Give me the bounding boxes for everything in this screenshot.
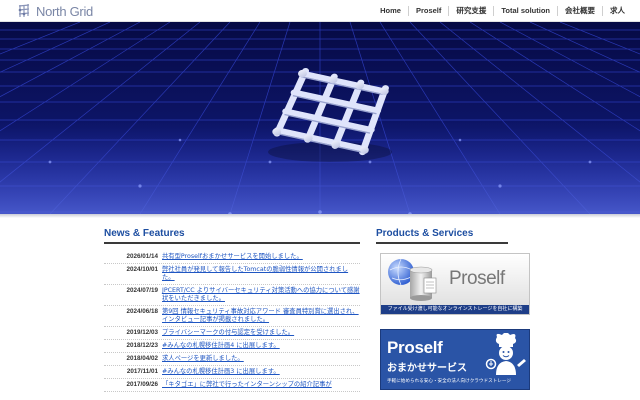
proself-wordmark: Proself [449,268,505,289]
hero-banner [0,22,640,214]
nav-home[interactable]: Home [373,6,408,16]
omakase-caption: 手軽に始められる安心・安全の法人向けクラウドストレージ [387,379,511,384]
proself-banner[interactable]: Proself ファイル受け渡し可能なオンラインストレージを自社に構築 [380,253,530,315]
news-date: 2018/12/23 [126,342,158,349]
nav-proself[interactable]: Proself [407,6,448,16]
logo-grid-icon [18,4,30,17]
news-date: 2024/07/19 [126,287,158,294]
products-title: Products & Services [376,228,474,239]
nav-careers[interactable]: 求人 [602,6,632,16]
news-link[interactable]: 「キタゴエ」に弊社で行ったインターンシップの紹介記事が [162,381,332,389]
news-item: 2017/09/26 「キタゴエ」に弊社で行ったインターンシップの紹介記事が [104,379,360,392]
nav-research-support[interactable]: 研究支援 [448,6,493,16]
news-item: 2019/12/03 プライバシーマークの付与認定を受けました。 [104,327,360,340]
news-link[interactable]: 弊社社員が発見して報告したTomcatの脆弱性情報が公開されました。 [162,266,360,282]
hero-divider [0,214,640,218]
logo[interactable]: North Grid [16,2,93,20]
news-date: 2024/06/18 [126,308,158,315]
news-link[interactable]: JPCERT/CC よりサイバーセキュリティ対策活動への協力について感謝状をいた… [162,287,360,303]
omakase-subtitle: おまかせサービス [387,363,467,374]
logo-text: North Grid [36,3,93,19]
site-header: North Grid Home Proself 研究支援 Total solut… [0,0,640,22]
storage-globe-icon [388,258,437,301]
news-item: 2024/10/01 弊社社員が発見して報告したTomcatの脆弱性情報が公開さ… [104,264,360,285]
news-item: 2017/11/01 #みんなの札幌移住計画3 に出展します。 [104,366,360,379]
news-link[interactable]: プライバシーマークの付与認定を受けました。 [162,329,294,337]
news-date: 2018/04/02 [126,355,158,362]
proself-omakase-banner[interactable]: Proself おまかせサービス 手軽に始められる安心・安全の法人向けクラウドス… [380,329,530,390]
hero-grid-graphic [0,22,640,214]
news-link[interactable]: 求人ページを更新しました。 [162,355,244,363]
news-link[interactable]: 第9回 情報セキュリティ事故対応アワード 審査員特別賞に選出され、インタビュー記… [162,308,360,324]
news-item: 2026/01/14 共有型Proselfおまかせサービスを開始しました。 [104,251,360,264]
news-date: 2017/09/26 [126,381,158,388]
news-date: 2024/10/01 [126,266,158,273]
news-date: 2017/11/01 [126,368,158,375]
omakase-title: Proself [387,338,443,357]
news-date: 2026/01/14 [126,253,158,260]
news-title: News & Features [104,228,185,239]
products-title-rule [376,242,508,244]
news-item: 2018/04/02 求人ページを更新しました。 [104,353,360,366]
nav-company[interactable]: 会社概要 [557,6,602,16]
news-link[interactable]: 共有型Proselfおまかせサービスを開始しました。 [162,253,303,261]
nav-total-solution[interactable]: Total solution [493,6,557,16]
news-title-rule [104,242,360,244]
news-link[interactable]: #みんなの札幌移住計画3 に出展します。 [162,368,280,376]
main-nav: Home Proself 研究支援 Total solution 会社概要 求人 [373,0,632,22]
news-item: 2024/06/18 第9回 情報セキュリティ事故対応アワード 審査員特別賞に選… [104,306,360,327]
news-link[interactable]: #みんなの札幌移住計画4 に出展します。 [162,342,280,350]
news-date: 2019/12/03 [126,329,158,336]
news-list: 2026/01/14 共有型Proselfおまかせサービスを開始しました。 20… [104,251,360,392]
news-section: News & Features 2026/01/14 共有型Proselfおまか… [104,228,360,392]
products-section: Products & Services Proself ファイル受け渡し可能なオ… [376,228,534,390]
chef-mascot-icon [485,333,526,375]
proself-caption: ファイル受け渡し可能なオンラインストレージを自社に構築 [381,305,529,314]
news-item: 2018/12/23 #みんなの札幌移住計画4 に出展します。 [104,340,360,353]
news-item: 2024/07/19 JPCERT/CC よりサイバーセキュリティ対策活動への協… [104,285,360,306]
